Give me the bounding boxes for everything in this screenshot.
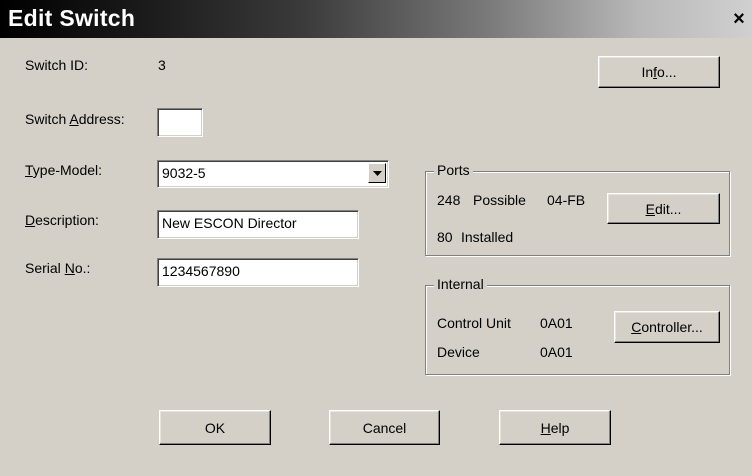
ports-range: 04-FB xyxy=(547,192,586,208)
type-model-value: 9032-5 xyxy=(162,165,206,181)
edit-ports-button-label: Edit... xyxy=(645,200,682,217)
cancel-button[interactable]: Cancel xyxy=(329,410,440,445)
serial-no-label: Serial No.: xyxy=(25,260,91,276)
type-model-combo[interactable]: 9032-5 xyxy=(157,160,389,188)
ports-installed-count: 80 xyxy=(437,229,453,245)
control-unit-value: 0A01 xyxy=(540,315,573,331)
serial-no-field[interactable]: 1234567890 xyxy=(157,258,359,287)
switch-address-label: Switch Address: xyxy=(25,111,125,127)
cancel-button-label: Cancel xyxy=(362,419,407,436)
description-field[interactable]: New ESCON Director xyxy=(157,210,359,239)
ok-button-label: OK xyxy=(204,419,226,436)
edit-ports-button[interactable]: Edit... xyxy=(607,193,720,224)
description-label: Description: xyxy=(25,212,99,228)
device-label: Device xyxy=(437,344,480,360)
chevron-down-icon[interactable] xyxy=(368,163,386,183)
switch-id-label: Switch ID: xyxy=(25,57,89,73)
controller-button[interactable]: Controller... xyxy=(614,311,720,343)
info-button[interactable]: Info... xyxy=(598,56,720,88)
help-button-label: Help xyxy=(540,419,570,436)
device-value: 0A01 xyxy=(540,344,573,360)
internal-group-title: Internal xyxy=(434,276,487,292)
window-title: Edit Switch xyxy=(8,5,136,31)
switch-id-value: 3 xyxy=(158,57,166,73)
help-button[interactable]: Help xyxy=(499,410,611,445)
control-unit-label: Control Unit xyxy=(437,315,511,331)
ports-possible-count: 248 xyxy=(437,192,461,208)
type-model-label: Type-Model: xyxy=(25,162,103,178)
info-button-label: Info... xyxy=(641,64,677,80)
ports-group-title: Ports xyxy=(434,162,473,178)
ok-button[interactable]: OK xyxy=(159,410,271,445)
title-bar: Edit Switch × xyxy=(0,0,752,38)
controller-button-label: Controller... xyxy=(631,319,703,335)
close-icon[interactable]: × xyxy=(728,8,750,30)
ports-installed-label: Installed xyxy=(461,229,514,245)
switch-address-field[interactable] xyxy=(157,108,203,137)
ports-possible-label: Possible xyxy=(473,192,526,208)
